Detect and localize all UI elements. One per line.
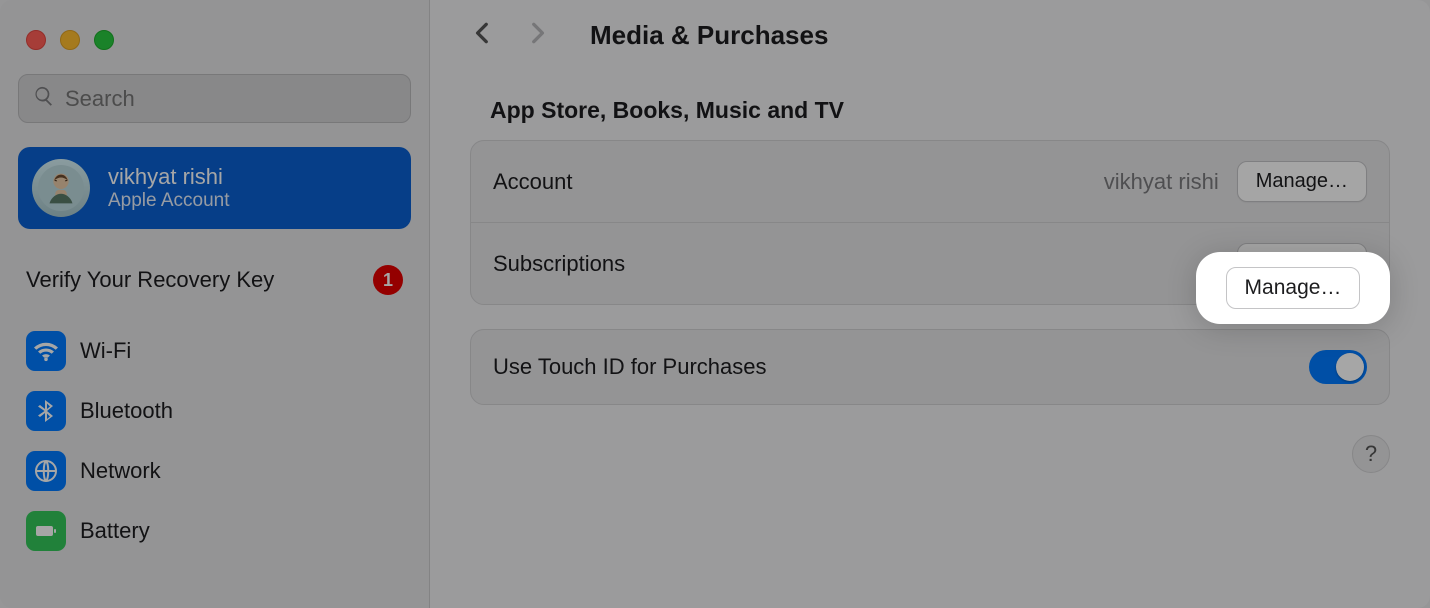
alert-badge: 1 [373,265,403,295]
wifi-icon [26,331,66,371]
row-label: Account [493,169,573,195]
header: Media & Purchases [470,18,1390,53]
search-field[interactable] [18,74,411,123]
recovery-key-alert[interactable]: Verify Your Recovery Key 1 [18,259,411,323]
sidebar-item-label: Network [80,458,161,484]
minimize-icon[interactable] [60,30,80,50]
row-label: Subscriptions [493,251,625,277]
sidebar-item-wifi[interactable]: Wi-Fi [18,323,411,379]
section-title: App Store, Books, Music and TV [490,97,1390,124]
sidebar-item-label: Battery [80,518,150,544]
appstore-card: Account vikhyat rishi Manage… Subscripti… [470,140,1390,305]
sidebar-item-label: Wi-Fi [80,338,131,364]
manage-account-button[interactable]: Manage… [1237,161,1367,202]
search-input[interactable] [65,86,396,112]
touchid-card: Use Touch ID for Purchases [470,329,1390,405]
help-button[interactable]: ? [1352,435,1390,473]
network-icon [26,451,66,491]
page-title: Media & Purchases [590,20,828,51]
fullscreen-icon[interactable] [94,30,114,50]
battery-icon [26,511,66,551]
account-name: vikhyat rishi [108,164,229,190]
manage-subscriptions-button[interactable]: Manage… [1237,243,1367,284]
search-icon [33,85,55,112]
main-pane: Media & Purchases App Store, Books, Musi… [430,0,1430,608]
apple-account-card[interactable]: vikhyat rishi Apple Account [18,147,411,229]
touchid-toggle[interactable] [1309,350,1367,384]
bluetooth-icon [26,391,66,431]
account-subtitle: Apple Account [108,190,229,212]
sidebar-item-battery[interactable]: Battery [18,503,411,559]
sidebar-nav: Wi-Fi Bluetooth Network Battery [18,323,411,559]
row-touchid: Use Touch ID for Purchases [471,330,1389,404]
row-subscriptions: Subscriptions Manage… [471,222,1389,304]
window-controls [18,20,411,74]
back-button[interactable] [470,18,496,53]
avatar [32,159,90,217]
recovery-label: Verify Your Recovery Key [26,267,274,293]
row-account: Account vikhyat rishi Manage… [471,141,1389,222]
account-value: vikhyat rishi [1104,169,1219,195]
sidebar-item-network[interactable]: Network [18,443,411,499]
sidebar: vikhyat rishi Apple Account Verify Your … [0,0,430,608]
close-icon[interactable] [26,30,46,50]
row-label: Use Touch ID for Purchases [493,354,767,380]
forward-button [524,18,550,53]
sidebar-item-bluetooth[interactable]: Bluetooth [18,383,411,439]
sidebar-item-label: Bluetooth [80,398,173,424]
